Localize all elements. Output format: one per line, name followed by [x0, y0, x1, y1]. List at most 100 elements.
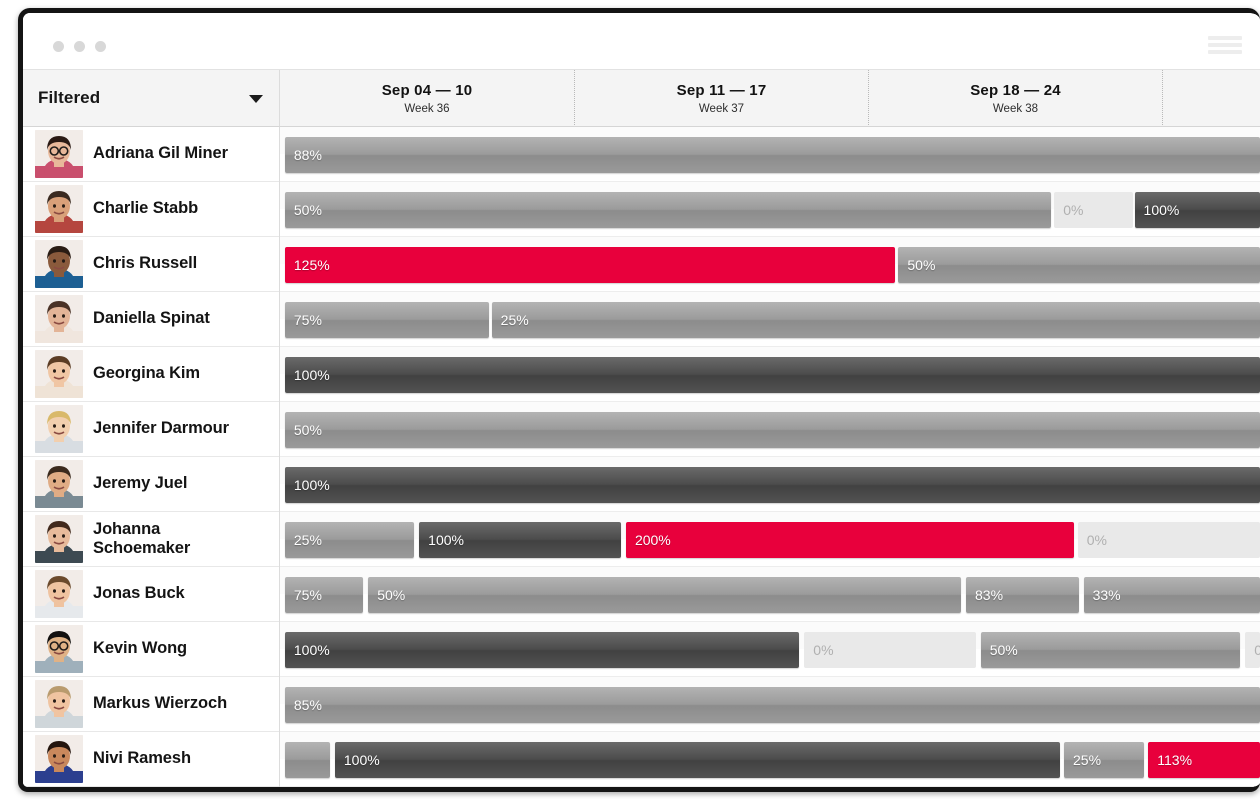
- allocation-bar[interactable]: 75%: [284, 576, 364, 613]
- allocation-row[interactable]: 100%: [280, 457, 1260, 512]
- person-row[interactable]: Charlie Stabb: [23, 182, 279, 237]
- allocation-bar[interactable]: 25%: [1064, 741, 1145, 778]
- allocation-bar[interactable]: 25%: [491, 301, 1260, 338]
- person-name: Daniella Spinat: [93, 309, 210, 328]
- week-column-header[interactable]: Sep 04 — 10 Week 36: [280, 70, 574, 126]
- person-name: Georgina Kim: [93, 364, 200, 383]
- filter-label: Filtered: [38, 88, 101, 107]
- person-row[interactable]: Kevin Wong: [23, 622, 279, 677]
- person-row[interactable]: Adriana Gil Miner: [23, 127, 279, 182]
- avatar: [35, 350, 83, 398]
- allocation-bar[interactable]: 0%: [804, 631, 976, 668]
- avatar: [35, 240, 83, 288]
- allocation-bar[interactable]: 50%: [898, 246, 1260, 283]
- allocation-bar[interactable]: 100%: [284, 631, 800, 668]
- allocation-percent-label: 88%: [293, 146, 322, 163]
- allocation-row[interactable]: 75% 25%: [280, 292, 1260, 347]
- allocation-percent-label: 100%: [343, 751, 380, 768]
- allocation-percent-label: 33%: [1092, 586, 1121, 603]
- week-number-label: Week 37: [698, 103, 745, 115]
- allocation-percent-label: 50%: [293, 421, 322, 438]
- avatar: [35, 405, 83, 453]
- person-name: Adriana Gil Miner: [93, 144, 228, 163]
- allocation-row[interactable]: 75% 50% 83% 33%: [280, 567, 1260, 622]
- allocation-row[interactable]: 88%: [280, 127, 1260, 182]
- allocation-bar[interactable]: 83%: [966, 576, 1079, 613]
- allocation-row[interactable]: 85%: [280, 677, 1260, 732]
- avatar: [35, 625, 83, 673]
- allocation-percent-label: 100%: [293, 366, 330, 383]
- window-titlebar: [23, 13, 1260, 70]
- minimize-icon[interactable]: [74, 41, 85, 52]
- allocation-bar[interactable]: 113%: [1148, 741, 1260, 778]
- week-range-label: Sep 04 — 10: [381, 82, 473, 99]
- allocation-bar[interactable]: 85%: [284, 686, 1260, 723]
- allocation-bar[interactable]: 25%: [284, 521, 415, 558]
- allocation-bar[interactable]: 100%: [419, 521, 622, 558]
- person-row[interactable]: Georgina Kim: [23, 347, 279, 402]
- person-name: Charlie Stabb: [93, 199, 199, 218]
- window-traffic-lights: [53, 41, 106, 52]
- allocation-bar[interactable]: 200%: [625, 521, 1074, 558]
- allocation-row[interactable]: 100% 0% 50% 0%: [280, 622, 1260, 677]
- allocation-bar[interactable]: 100%: [284, 356, 1260, 393]
- person-name: Jeremy Juel: [93, 474, 188, 493]
- allocation-bar[interactable]: 75%: [284, 301, 489, 338]
- close-icon[interactable]: [53, 41, 64, 52]
- allocation-percent-label: 50%: [377, 586, 406, 603]
- allocation-row[interactable]: 50% 0% 100%: [280, 182, 1260, 237]
- filter-dropdown[interactable]: Filtered: [23, 70, 280, 127]
- allocation-bar[interactable]: 100%: [334, 741, 1061, 778]
- person-row[interactable]: Johanna Schoemaker: [23, 512, 279, 567]
- allocation-percent-label: 25%: [1073, 751, 1102, 768]
- person-row[interactable]: Nivi Ramesh: [23, 732, 279, 787]
- allocation-row[interactable]: 25% 100% 200% 0%: [280, 512, 1260, 567]
- allocation-bar[interactable]: 0%: [1077, 521, 1260, 558]
- person-row[interactable]: Markus Wierzoch: [23, 677, 279, 732]
- allocation-bar[interactable]: 0%: [1245, 631, 1260, 668]
- hamburger-icon[interactable]: [1208, 36, 1242, 54]
- allocation-bar[interactable]: 88%: [284, 136, 1260, 173]
- person-row[interactable]: Chris Russell: [23, 237, 279, 292]
- person-row[interactable]: Jennifer Darmour: [23, 402, 279, 457]
- week-range-label: Sep 11 — 17: [676, 82, 767, 99]
- maximize-icon[interactable]: [95, 41, 106, 52]
- allocation-bar[interactable]: 100%: [284, 466, 1260, 503]
- allocation-bar[interactable]: 50%: [368, 576, 962, 613]
- avatar: [35, 735, 83, 783]
- allocation-percent-label: 100%: [1143, 201, 1180, 218]
- person-row[interactable]: Jeremy Juel: [23, 457, 279, 512]
- week-number-label: Week 38: [992, 103, 1039, 115]
- allocation-bar[interactable]: 100%: [1134, 191, 1260, 228]
- chevron-down-icon[interactable]: [249, 95, 263, 103]
- allocation-row[interactable]: 100% 25% 113%: [280, 732, 1260, 787]
- allocation-row[interactable]: 50%: [280, 402, 1260, 457]
- week-column-header[interactable]: Sep 11 — 17 Week 37: [574, 70, 868, 126]
- allocation-bar[interactable]: 125%: [284, 246, 896, 283]
- avatar: [35, 680, 83, 728]
- allocation-percent-label: 100%: [428, 531, 464, 548]
- allocation-bar[interactable]: [284, 741, 330, 778]
- allocation-row[interactable]: 125% 50%: [280, 237, 1260, 292]
- person-name: Kevin Wong: [93, 639, 188, 658]
- allocation-bar[interactable]: 50%: [284, 191, 1052, 228]
- allocation-row[interactable]: 100%: [280, 347, 1260, 402]
- week-column-header[interactable]: Sep: [1162, 70, 1260, 126]
- allocation-bar[interactable]: 50%: [284, 411, 1260, 448]
- allocation-bar[interactable]: 50%: [980, 631, 1241, 668]
- person-row[interactable]: Jonas Buck: [23, 567, 279, 622]
- allocation-percent-label: 75%: [293, 311, 322, 328]
- person-name: Jonas Buck: [93, 584, 185, 603]
- allocation-percent-label: 25%: [293, 531, 322, 548]
- allocation-percent-label: 0%: [1245, 642, 1260, 658]
- allocation-percent-label: 0%: [813, 641, 834, 658]
- avatar: [35, 460, 83, 508]
- allocation-percent-label: 125%: [293, 256, 330, 273]
- allocation-bar[interactable]: 33%: [1083, 576, 1260, 613]
- allocation-percent-label: 0%: [1086, 531, 1107, 548]
- allocation-percent-label: 75%: [293, 586, 322, 603]
- person-row[interactable]: Daniella Spinat: [23, 292, 279, 347]
- week-column-header[interactable]: Sep 18 — 24 Week 38: [868, 70, 1162, 126]
- allocation-bar[interactable]: 0%: [1054, 191, 1133, 228]
- person-list: Adriana Gil Miner Charlie Stabb Chris Russ…: [23, 127, 280, 787]
